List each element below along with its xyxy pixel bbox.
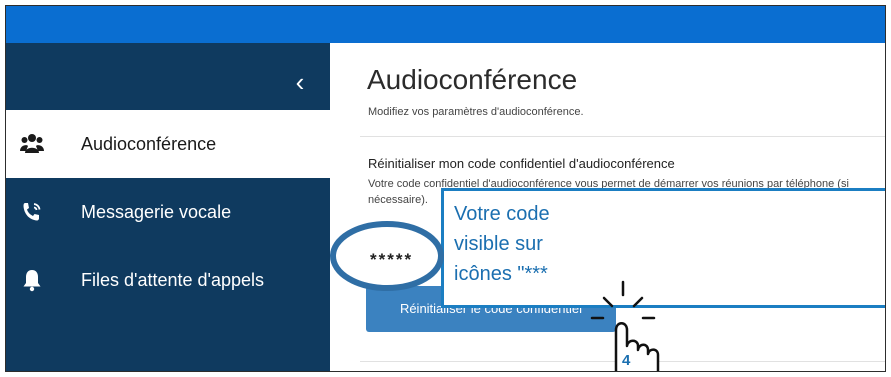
pin-value: ***** [370, 250, 414, 269]
chevron-left-icon[interactable]: ‹ [288, 68, 312, 96]
sidebar-item-voicemail[interactable]: Messagerie vocale [6, 178, 330, 246]
section-title: Réinitialiser mon code confidentiel d'au… [368, 156, 675, 171]
page-title: Audioconférence [367, 64, 578, 95]
people-icon [20, 134, 44, 153]
top-bar [6, 6, 885, 43]
screenshot-frame: ‹ Audioconférence Messagerie vocale File… [5, 5, 886, 372]
bell-icon [23, 270, 41, 292]
sidebar-item-call-queues[interactable]: Files d'attente d'appels [6, 246, 330, 314]
page-subtitle: Modifiez vos paramètres d'audioconférenc… [368, 106, 584, 118]
sidebar: ‹ Audioconférence Messagerie vocale File… [6, 43, 330, 371]
sidebar-item-audioconference[interactable]: Audioconférence [6, 110, 330, 178]
callout-line: Votre code [454, 203, 550, 225]
divider [360, 136, 885, 137]
sidebar-item-label: Files d'attente d'appels [81, 270, 264, 290]
divider [360, 361, 885, 362]
phone-ringing-icon [23, 203, 41, 221]
annotation-callout: Votre code visible sur icônes "*** [441, 188, 885, 308]
callout-line: icônes "*** [454, 263, 548, 285]
sidebar-item-label: Audioconférence [81, 134, 217, 154]
sidebar-item-label: Messagerie vocale [81, 202, 232, 222]
callout-line: visible sur [454, 233, 543, 255]
